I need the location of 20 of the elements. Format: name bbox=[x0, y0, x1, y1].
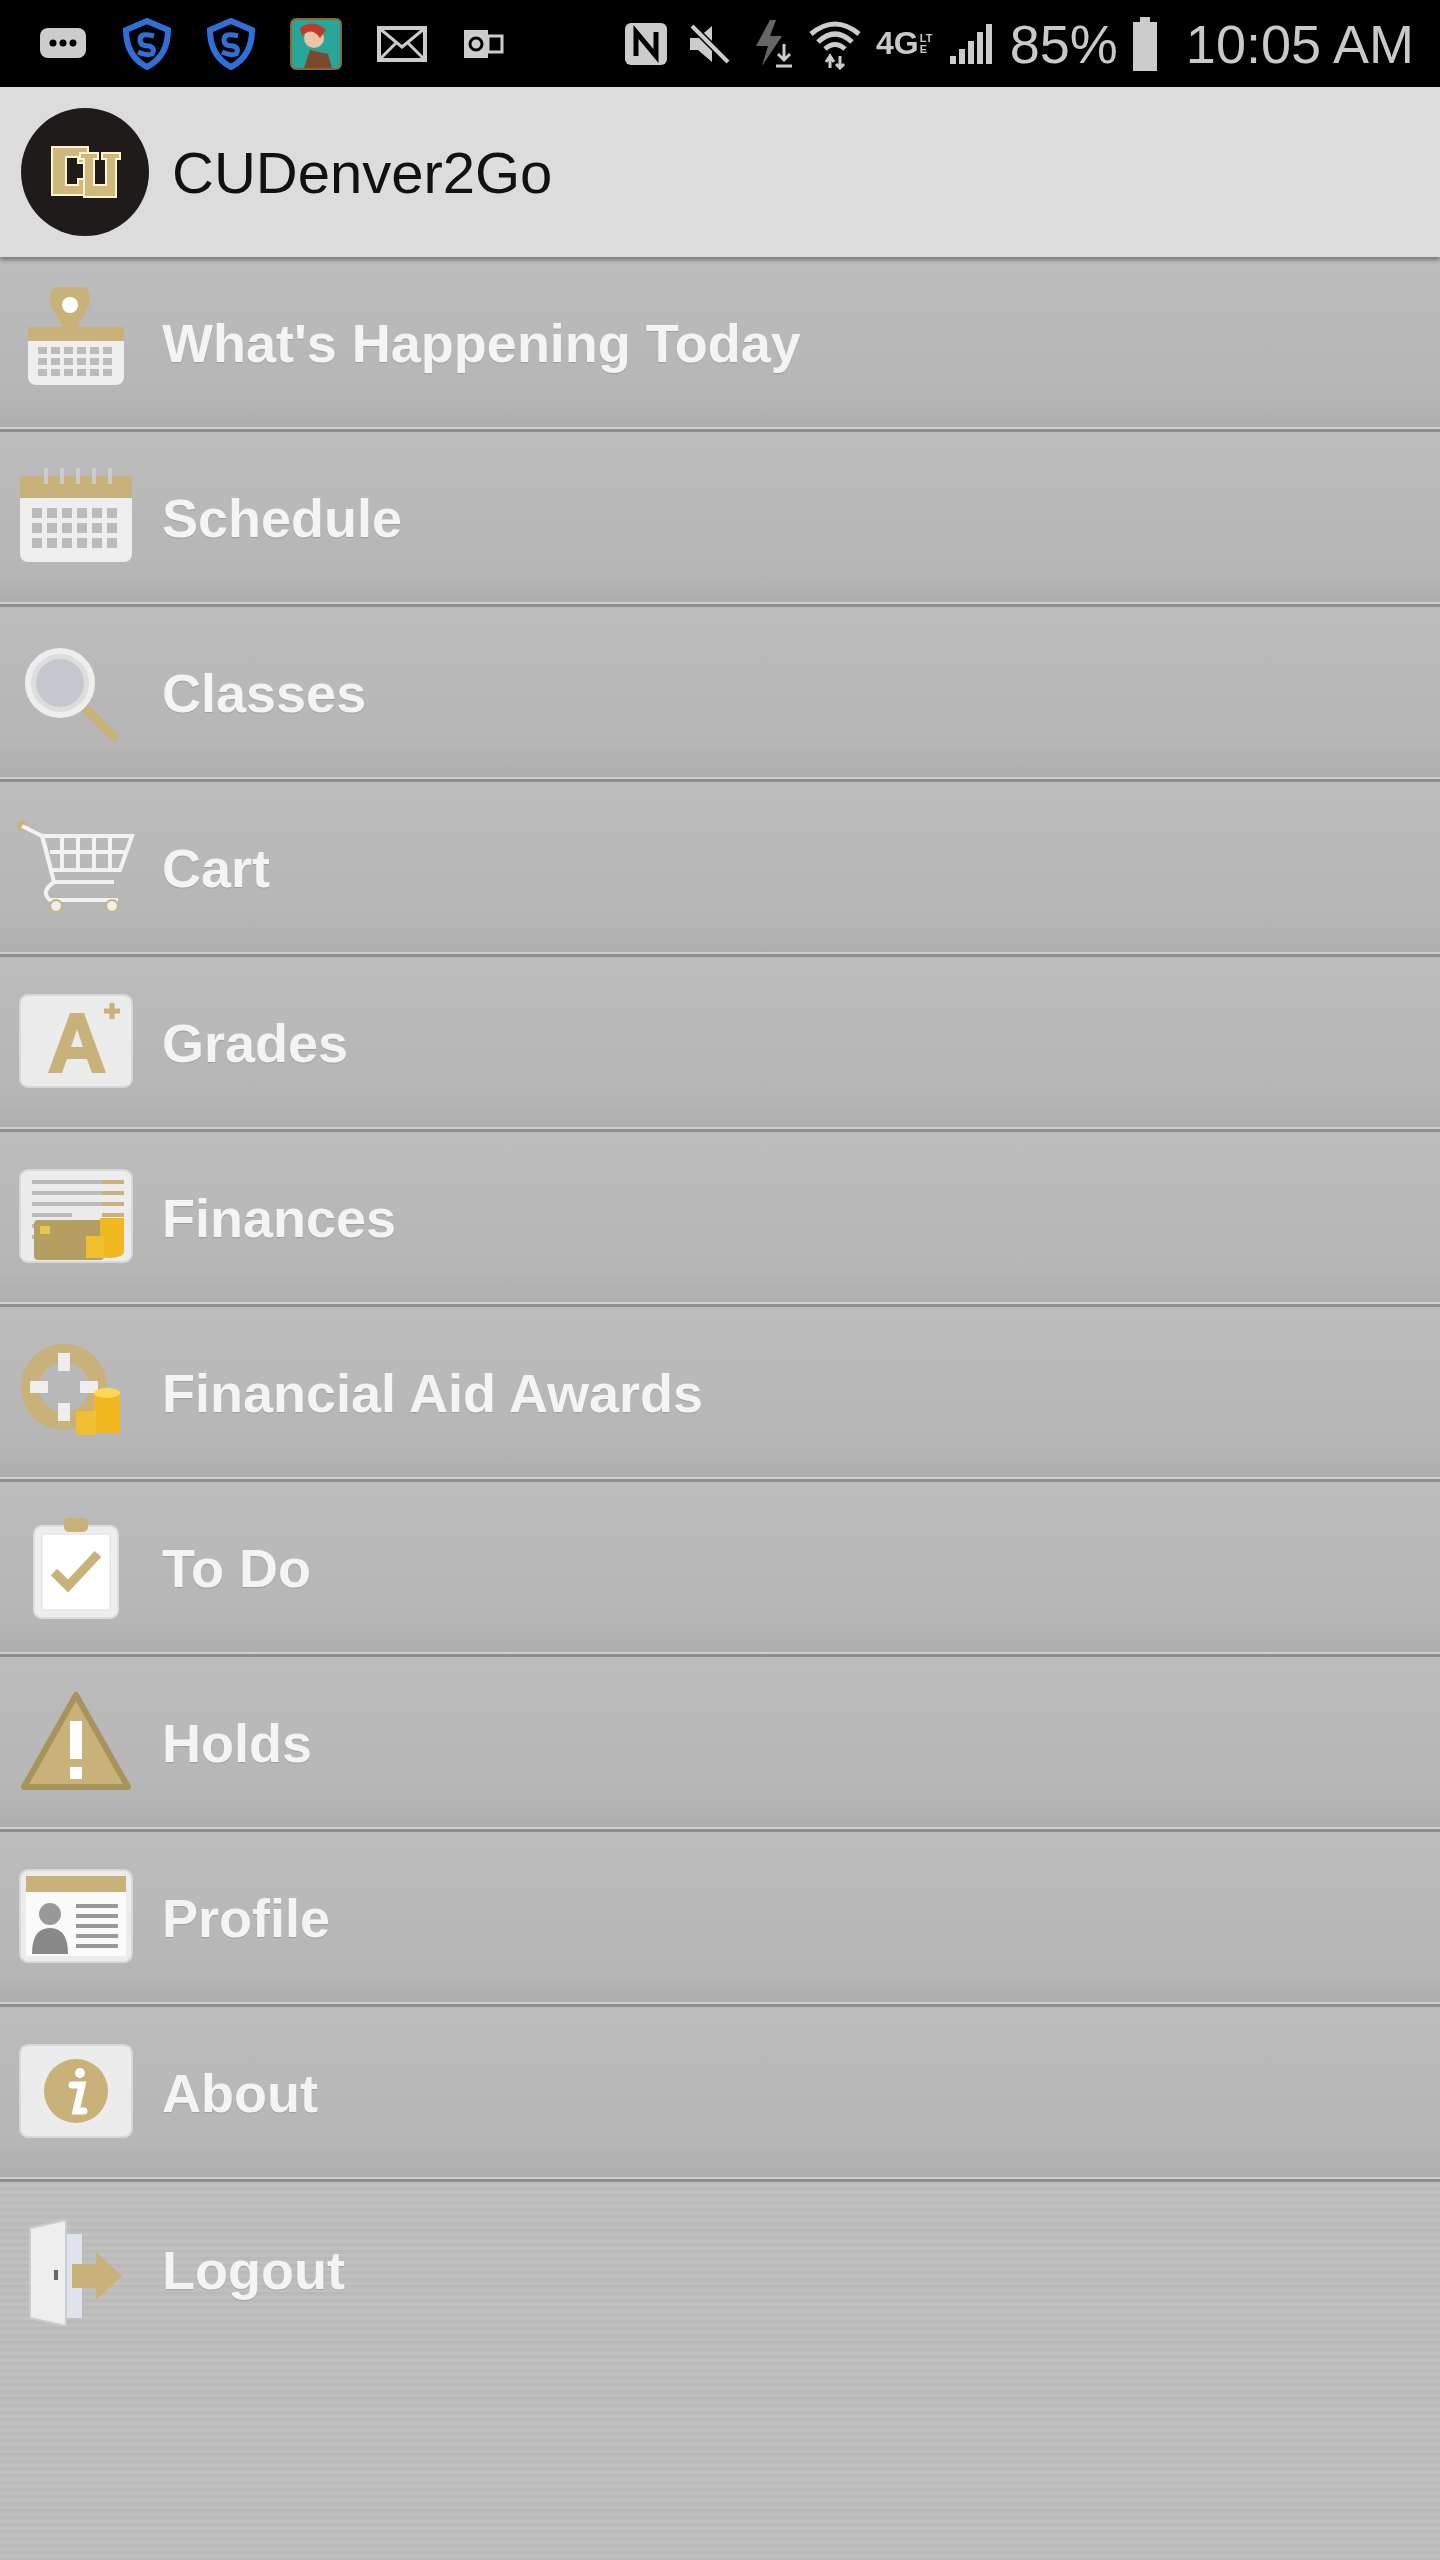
mail-icon bbox=[376, 24, 428, 63]
battery-icon bbox=[1131, 15, 1158, 72]
game-app-icon bbox=[290, 17, 342, 70]
menu-item[interactable]: Finances bbox=[0, 1132, 1440, 1307]
battery-percentage: 85% bbox=[1009, 12, 1118, 75]
menu-item[interactable]: Profile bbox=[0, 1832, 1440, 2007]
app-title: CUDenver2Go bbox=[172, 138, 553, 206]
menu-item[interactable]: Holds bbox=[0, 1657, 1440, 1832]
menu-item[interactable]: About bbox=[0, 2007, 1440, 2182]
clock-time: 10:05 AM bbox=[1185, 12, 1414, 75]
menu-item[interactable]: Schedule bbox=[0, 432, 1440, 607]
menu-item[interactable]: Cart bbox=[0, 782, 1440, 957]
menu-item[interactable]: What's Happening Today bbox=[0, 257, 1440, 432]
menu-item[interactable]: Grades bbox=[0, 957, 1440, 1132]
shield-icon bbox=[122, 17, 172, 70]
menu-item[interactable]: Financial Aid Awards bbox=[0, 1307, 1440, 1482]
menu-item[interactable]: Classes bbox=[0, 607, 1440, 782]
menu-item[interactable]: To Do bbox=[0, 1482, 1440, 1657]
shield-icon bbox=[206, 17, 256, 70]
logo-icon bbox=[20, 107, 150, 237]
